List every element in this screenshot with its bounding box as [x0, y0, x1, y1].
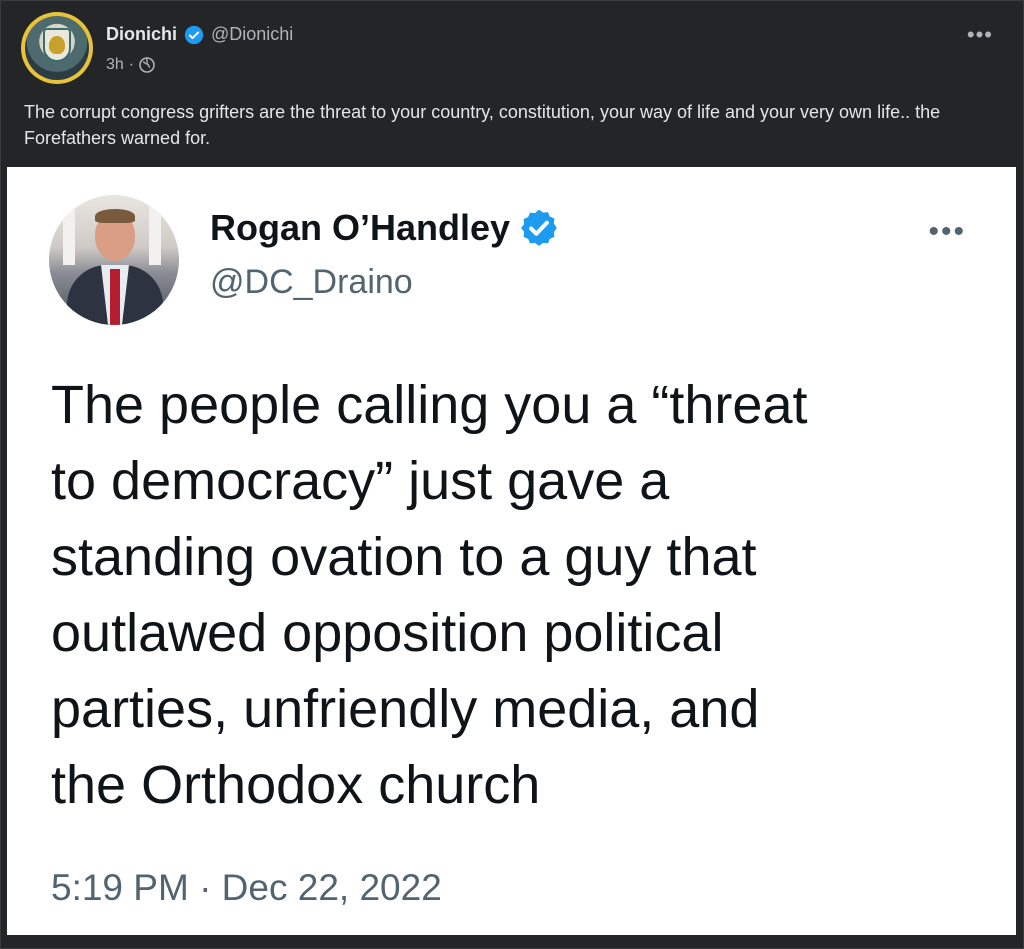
more-options-icon[interactable]: ••• — [967, 24, 993, 46]
avatar-hair — [95, 209, 135, 223]
tweet-timestamp: 5:19 PM · Dec 22, 2022 — [51, 867, 442, 908]
author-avatar[interactable] — [21, 12, 93, 84]
author-handle[interactable]: @Dionichi — [211, 24, 293, 45]
tweet-author-handle: @DC_Draino — [210, 263, 413, 301]
post-meta: 3h · — [106, 56, 155, 74]
globe-icon — [139, 57, 155, 73]
post-header: Dionichi @Dionichi 3h · ••• — [21, 12, 1005, 84]
tweet-text: The people calling you a “threat to demo… — [51, 375, 808, 815]
verified-badge-icon — [184, 25, 204, 44]
avatar-image — [25, 16, 89, 80]
embedded-tweet-image[interactable]: Rogan O’Handley @DC_Draino ••• The peopl… — [7, 167, 1016, 935]
meta-separator: · — [128, 56, 135, 73]
tweet-more-icon: ••• — [928, 215, 966, 248]
author-name[interactable]: Dionichi — [106, 24, 177, 45]
avatar-bg-pillar — [149, 195, 161, 265]
verified-badge-icon — [521, 209, 557, 246]
facebook-post: Dionichi @Dionichi 3h · ••• The corrupt … — [0, 0, 1024, 949]
avatar-bg-pillar — [63, 195, 75, 265]
tweet-author-row: Rogan O’Handley — [210, 207, 560, 249]
tweet-author-name: Rogan O’Handley — [210, 207, 511, 248]
author-name-row: Dionichi @Dionichi — [106, 24, 293, 45]
post-time[interactable]: 3h — [106, 56, 124, 74]
post-caption: The corrupt congress grifters are the th… — [24, 102, 941, 148]
tweet-author-avatar — [49, 195, 179, 325]
avatar-tie — [110, 269, 120, 325]
avatar-emblem — [49, 36, 65, 54]
